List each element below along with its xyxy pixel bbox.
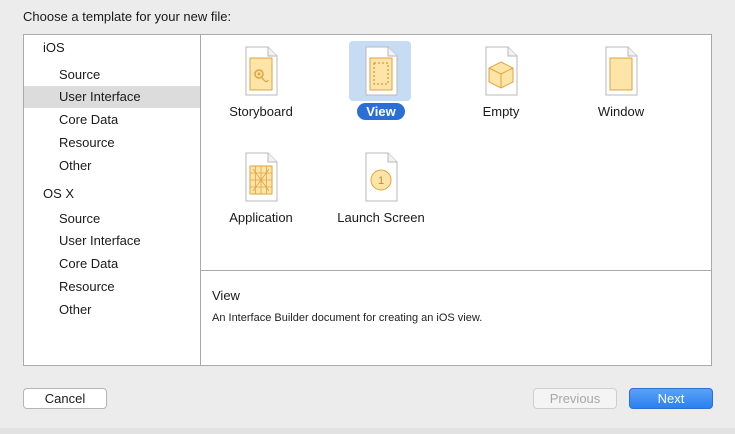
description-text: An Interface Builder document for creati… — [212, 312, 483, 324]
cancel-button[interactable]: Cancel — [23, 388, 107, 409]
template-label: Storyboard — [229, 104, 293, 119]
template-chooser-dialog: Choose a template for your new file: iOS… — [0, 0, 735, 434]
template-window[interactable]: Window — [561, 37, 681, 137]
template-panel: iOS Source User Interface Core Data Reso… — [23, 34, 712, 366]
sidebar-item-osx-user-interface[interactable]: User Interface — [24, 230, 200, 252]
empty-icon — [485, 46, 518, 96]
description-title: View — [212, 288, 240, 303]
sidebar-item-osx-core-data[interactable]: Core Data — [24, 253, 200, 275]
next-button[interactable]: Next — [629, 388, 713, 409]
template-label: View — [357, 103, 405, 120]
background-window-edge — [0, 428, 735, 434]
sidebar-item-ios-source[interactable]: Source — [24, 64, 200, 86]
template-label: Launch Screen — [337, 210, 425, 225]
template-label: Empty — [482, 104, 520, 119]
template-description: View An Interface Builder document for c… — [201, 271, 711, 365]
template-storyboard[interactable]: Storyboard — [201, 37, 321, 137]
template-launch-screen[interactable]: 1 Launch Screen — [321, 143, 441, 243]
template-application[interactable]: Application — [201, 143, 321, 243]
sidebar-item-ios-resource[interactable]: Resource — [24, 132, 200, 154]
sidebar-group-osx: OS X — [43, 186, 75, 201]
window-icon — [605, 46, 638, 96]
sidebar-item-osx-resource[interactable]: Resource — [24, 276, 200, 298]
template-label: Application — [229, 210, 293, 225]
storyboard-icon — [245, 46, 278, 96]
application-icon — [245, 152, 278, 202]
platform-sidebar: iOS Source User Interface Core Data Reso… — [24, 35, 201, 365]
sidebar-group-ios: iOS — [43, 40, 65, 55]
sidebar-item-ios-user-interface[interactable]: User Interface — [24, 86, 200, 108]
template-view[interactable]: View — [321, 37, 441, 137]
template-label: Window — [597, 104, 645, 119]
launch-screen-icon: 1 — [365, 152, 398, 202]
sidebar-item-ios-core-data[interactable]: Core Data — [24, 109, 200, 131]
sidebar-item-osx-other[interactable]: Other — [24, 299, 200, 321]
view-icon — [365, 46, 398, 96]
previous-button[interactable]: Previous — [533, 388, 617, 409]
template-grid: Storyboard View Empty Window Application… — [201, 35, 711, 271]
dialog-heading: Choose a template for your new file: — [23, 9, 232, 24]
sidebar-item-osx-source[interactable]: Source — [24, 208, 200, 230]
launch-screen-badge: 1 — [378, 175, 384, 187]
template-empty[interactable]: Empty — [441, 37, 561, 137]
sidebar-item-ios-other[interactable]: Other — [24, 155, 200, 177]
